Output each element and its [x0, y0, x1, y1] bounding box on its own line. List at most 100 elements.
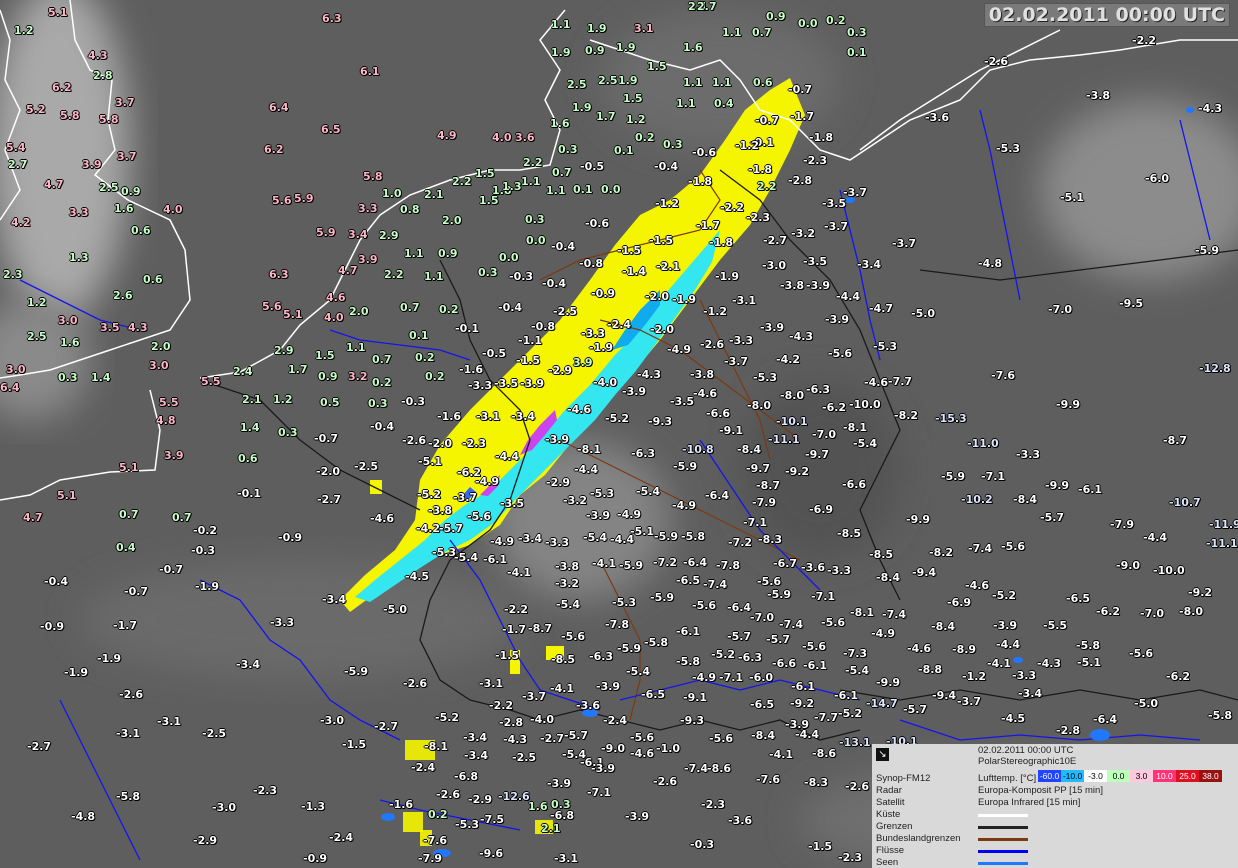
temperature-observation: -5.7 — [439, 522, 464, 535]
temperature-observation: -9.2 — [1188, 586, 1213, 599]
temperature-observation: 5.8 — [363, 170, 383, 183]
temperature-observation: 0.1 — [409, 329, 429, 342]
temperature-observation: -14.7 — [866, 697, 898, 710]
temperature-observation: -9.2 — [785, 465, 810, 478]
temperature-observation: 1.4 — [240, 421, 260, 434]
temperature-observation: -2.2 — [504, 603, 529, 616]
expand-arrow-icon[interactable]: ↘ — [876, 748, 889, 761]
temperature-observation: -9.9 — [1045, 479, 1070, 492]
state-borders-swatch — [978, 838, 1028, 841]
temperature-observation: -4.1 — [769, 748, 794, 761]
temperature-observation: -5.0 — [911, 307, 936, 320]
temperature-observation: -3.6 — [801, 561, 826, 574]
temperature-observation: 4.2 — [11, 216, 31, 229]
temperature-observation: -1.2 — [703, 305, 728, 318]
temperature-observation: -8.4 — [751, 729, 776, 742]
temperature-observation: -4.6 — [370, 512, 395, 525]
temperature-observation: -2.4 — [411, 761, 436, 774]
temperature-observation: -7.1 — [981, 470, 1006, 483]
temperature-observation: 0.4 — [116, 541, 136, 554]
temperature-observation: -0.4 — [654, 160, 679, 173]
temperature-observation: 5.6 — [262, 300, 282, 313]
temperature-observation: -8.1 — [424, 740, 449, 753]
temperature-observation: -0.4 — [542, 277, 567, 290]
temperature-observation: 0.9 — [318, 370, 338, 383]
temperature-observation: -5.9 — [1195, 244, 1220, 257]
temperature-observation: -5.4 — [583, 531, 608, 544]
temperature-observation: 4.8 — [156, 414, 176, 427]
temperature-observation: 1.5 — [475, 167, 495, 180]
temperature-observation: -6.4 — [1093, 713, 1118, 726]
temperature-observation: -6.1 — [791, 680, 816, 693]
temperature-observation: -5.5 — [1043, 619, 1068, 632]
temperature-observation: -0.1 — [237, 487, 262, 500]
temperature-observation: -5.6 — [630, 731, 655, 744]
temperature-observation: 1.1 — [676, 97, 696, 110]
temperature-observation: 3.0 — [58, 314, 78, 327]
temperature-observation: -3.3 — [1012, 669, 1037, 682]
temperature-observation: 4.7 — [23, 511, 43, 524]
temperature-observation: -2.8 — [788, 174, 813, 187]
temperature-observation: 0.6 — [143, 273, 163, 286]
temperature-observation: -10.1 — [776, 415, 808, 428]
temperature-color-scale: -60.0 -10.0 -3.0 0.0 3.0 10.0 25.0 38.0 — [1038, 770, 1222, 782]
temperature-observation: 6.2 — [52, 81, 72, 94]
temperature-observation: -4.5 — [1001, 712, 1026, 725]
temperature-observation: 0.6 — [753, 76, 773, 89]
temperature-observation: -2.9 — [193, 834, 218, 847]
temperature-observation: 3.9 — [358, 253, 378, 266]
temperature-observation: 1.6 — [60, 336, 80, 349]
temperature-observation: -1.4 — [622, 265, 647, 278]
temperature-observation: 0.7 — [372, 353, 392, 366]
temperature-observation: -0.5 — [580, 160, 605, 173]
temperature-observation: -11.9 — [1209, 518, 1238, 531]
temperature-observation: -3.9 — [591, 762, 616, 775]
temperature-observation: -1.8 — [809, 131, 834, 144]
temperature-observation: -9.7 — [805, 448, 830, 461]
temperature-observation: -3.7 — [724, 355, 749, 368]
temperature-observation: 1.6 — [683, 41, 703, 54]
temperature-observation: -8.6 — [812, 747, 837, 760]
temperature-observation: -3.0 — [212, 801, 237, 814]
temperature-observation: 1.1 — [546, 184, 566, 197]
temperature-observation: -3.1 — [732, 294, 757, 307]
temperature-observation: -4.9 — [490, 535, 515, 548]
temperature-observation: -7.8 — [605, 618, 630, 631]
temperature-observation: -6.5 — [750, 698, 775, 711]
temperature-observation: -5.6 — [467, 510, 492, 523]
temperature-observation: -7.0 — [1140, 607, 1165, 620]
temperature-observation: 5.1 — [48, 6, 68, 19]
temperature-observation: -1.9 — [97, 652, 122, 665]
temperature-observation: -4.4 — [574, 463, 599, 476]
temperature-observation: -6.9 — [947, 596, 972, 609]
temperature-observation: 6.2 — [264, 143, 284, 156]
temperature-observation: -5.4 — [556, 598, 581, 611]
temperature-observation: -2.6 — [700, 338, 725, 351]
temperature-observation: -3.6 — [728, 814, 753, 827]
temperature-observation: 6.5 — [321, 123, 341, 136]
temperature-observation: -2.7 — [27, 740, 52, 753]
temperature-observation: 2.3 — [3, 268, 23, 281]
temperature-observation: -0.4 — [370, 420, 395, 433]
temperature-observation: -0.3 — [690, 838, 715, 851]
temperature-observation: -5.2 — [417, 488, 442, 501]
temperature-observation: -3.1 — [479, 677, 504, 690]
temperature-observation: 4.0 — [492, 131, 512, 144]
temperature-observation: -4.1 — [550, 682, 575, 695]
temperature-observation: -5.6 — [828, 347, 853, 360]
temperature-observation: -0.7 — [159, 563, 184, 576]
temperature-observation: 0.2 — [372, 376, 392, 389]
temperature-observation: 5.1 — [57, 489, 77, 502]
temperature-observation: -3.8 — [428, 504, 453, 517]
temperature-observation: -5.8 — [676, 655, 701, 668]
temperature-observation: 4.6 — [326, 291, 346, 304]
temperature-observation: -5.7 — [1040, 511, 1065, 524]
temperature-observation: -2.2 — [720, 201, 745, 214]
temperature-observation: -3.5 — [803, 255, 828, 268]
temperature-observation: -3.5 — [500, 497, 525, 510]
temperature-observation: -3.3 — [581, 327, 606, 340]
temperature-observation: -4.7 — [869, 302, 894, 315]
temperature-observation: -1.6 — [389, 798, 414, 811]
temperature-observation: -0.9 — [591, 287, 616, 300]
temperature-observation: -7.2 — [653, 556, 678, 569]
